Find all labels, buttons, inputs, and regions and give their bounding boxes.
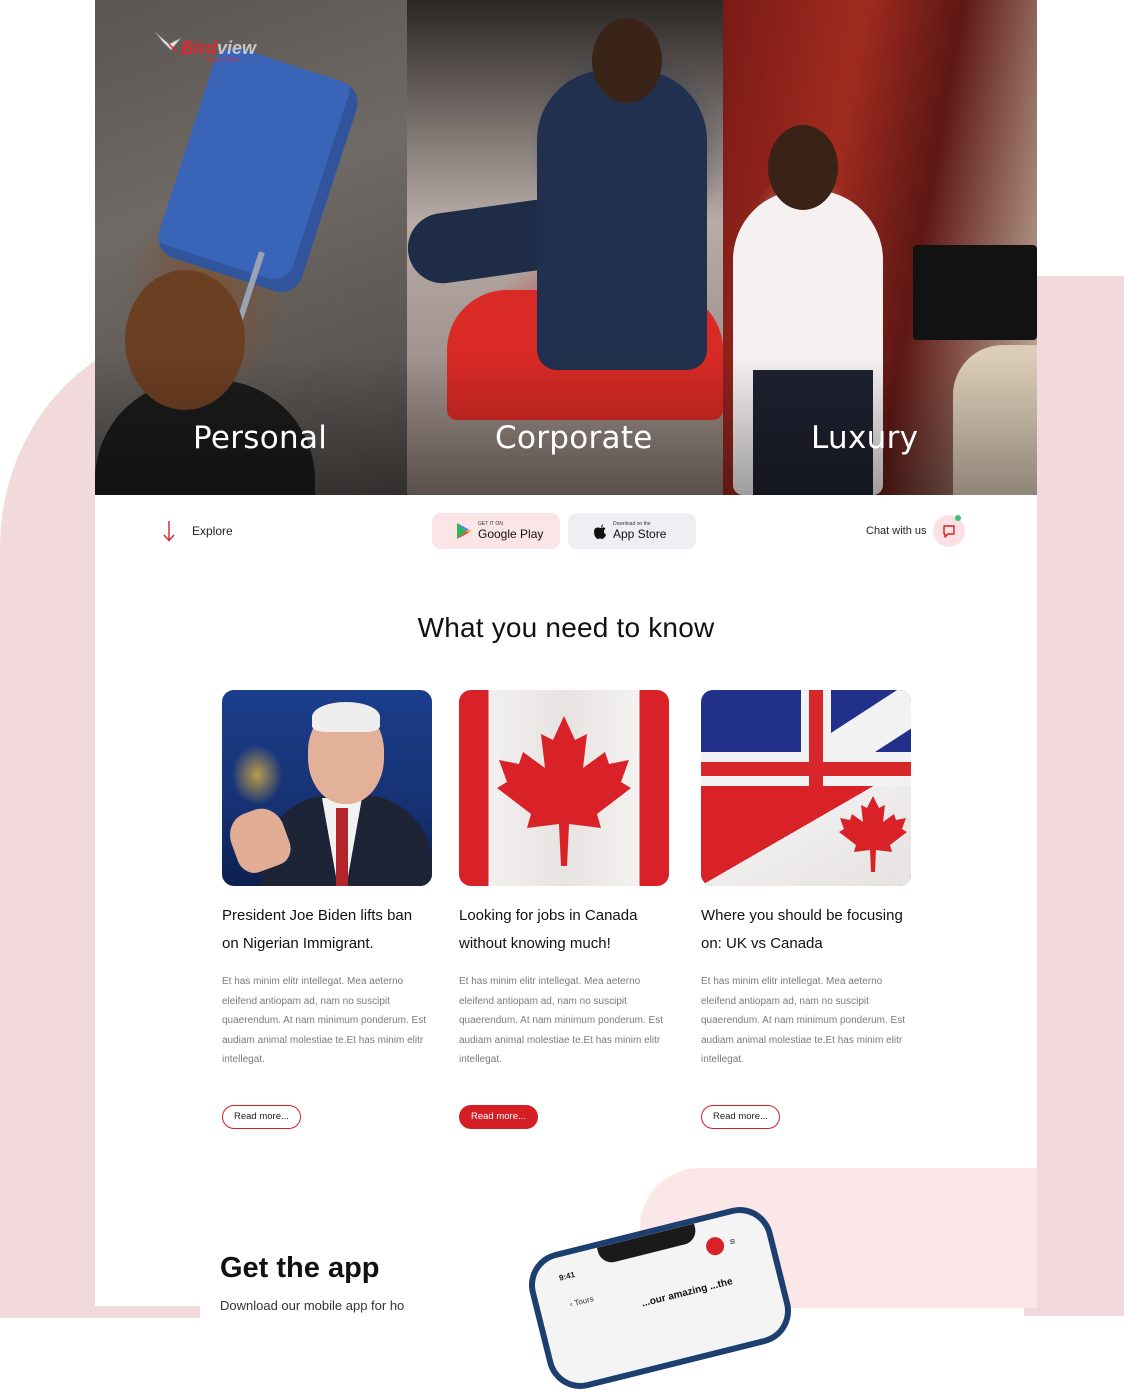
read-more-button[interactable]: Read more... xyxy=(701,1104,780,1129)
section-title: What you need to know xyxy=(417,612,715,643)
news-card-body: Et has minim elitr intellegat. Mea aeter… xyxy=(701,976,905,1066)
read-more-button[interactable]: Read more... xyxy=(222,1104,301,1129)
arrow-down-icon xyxy=(163,521,175,542)
menu-icon: ≡ xyxy=(728,1236,737,1249)
businessman-head xyxy=(592,18,662,103)
news-card-body: Et has minim elitr intellegat. Mea aeter… xyxy=(459,976,663,1066)
news-card-image[interactable] xyxy=(701,690,911,886)
phone-back-nav: ‹ Tours xyxy=(568,1294,595,1309)
phone-headline: ...our amazing ...the xyxy=(640,1276,734,1310)
hero-panel-personal[interactable]: Personal Birdview Travels & Tours xyxy=(95,0,407,495)
news-card-body: Et has minim elitr intellegat. Mea aeter… xyxy=(222,976,426,1066)
read-more-button[interactable]: Read more... xyxy=(459,1104,538,1129)
hero-panel-label: Personal xyxy=(193,420,328,456)
figure-tie xyxy=(336,808,348,886)
figure-hair xyxy=(312,702,380,732)
brand-logo[interactable]: Birdview Travels & Tours xyxy=(153,26,263,66)
background-shape-right xyxy=(1024,276,1124,1316)
news-card-image[interactable] xyxy=(459,690,669,886)
attendant-head xyxy=(768,125,838,210)
hero-panel-luxury[interactable]: Luxury xyxy=(723,0,1037,495)
cabin-screen xyxy=(913,245,1037,340)
logo-wordmark: Birdview xyxy=(181,38,257,58)
apple-icon xyxy=(594,523,606,539)
google-play-icon xyxy=(457,523,472,539)
hero-panel-label: Luxury xyxy=(811,420,919,456)
phone-mockup: 9:41 ≡ ‹ Tours ...our amazing ...the xyxy=(521,1199,799,1396)
news-card: President Joe Biden lifts ban on Nigeria… xyxy=(222,690,432,1129)
app-store-label: App Store xyxy=(613,527,667,541)
phone-notch xyxy=(596,1223,699,1266)
news-card: Looking for jobs in Canada without knowi… xyxy=(459,690,669,1129)
explore-link[interactable]: Explore xyxy=(163,520,233,542)
get-app-title: Get the app xyxy=(220,1252,380,1284)
google-play-label: Google Play xyxy=(478,527,544,541)
maple-leaf-icon xyxy=(839,796,907,872)
app-store-button[interactable]: Download on the App Store xyxy=(568,513,696,549)
news-card-title[interactable]: Looking for jobs in Canada without knowi… xyxy=(459,902,669,958)
hero: Personal Birdview Travels & Tours Corpor… xyxy=(95,0,1037,495)
maple-leaf-icon xyxy=(497,716,631,866)
chat-bubble-icon xyxy=(943,525,955,538)
news-card-title[interactable]: President Joe Biden lifts ban on Nigeria… xyxy=(222,902,432,958)
explore-label: Explore xyxy=(192,524,233,538)
logo-tagline: Travels & Tours xyxy=(205,57,240,63)
hero-panel-corporate[interactable]: Corporate xyxy=(407,0,723,495)
news-card: Where you should be focusing on: UK vs C… xyxy=(701,690,911,1129)
google-play-button[interactable]: GET IT ON Google Play xyxy=(432,513,560,549)
avatar xyxy=(704,1235,726,1258)
phone-time: 9:41 xyxy=(558,1270,576,1283)
news-card-title[interactable]: Where you should be focusing on: UK vs C… xyxy=(701,902,911,958)
page: Personal Birdview Travels & Tours Corpor… xyxy=(95,0,1037,1396)
online-status-dot xyxy=(955,515,961,521)
businessman-body xyxy=(537,70,707,370)
news-card-image[interactable] xyxy=(222,690,432,886)
hero-panel-label: Corporate xyxy=(495,420,653,456)
chat-label[interactable]: Chat with us xyxy=(866,525,927,537)
bird-logo-icon xyxy=(154,31,182,53)
phone-screen: 9:41 ≡ ‹ Tours ...our amazing ...the xyxy=(529,1207,791,1389)
